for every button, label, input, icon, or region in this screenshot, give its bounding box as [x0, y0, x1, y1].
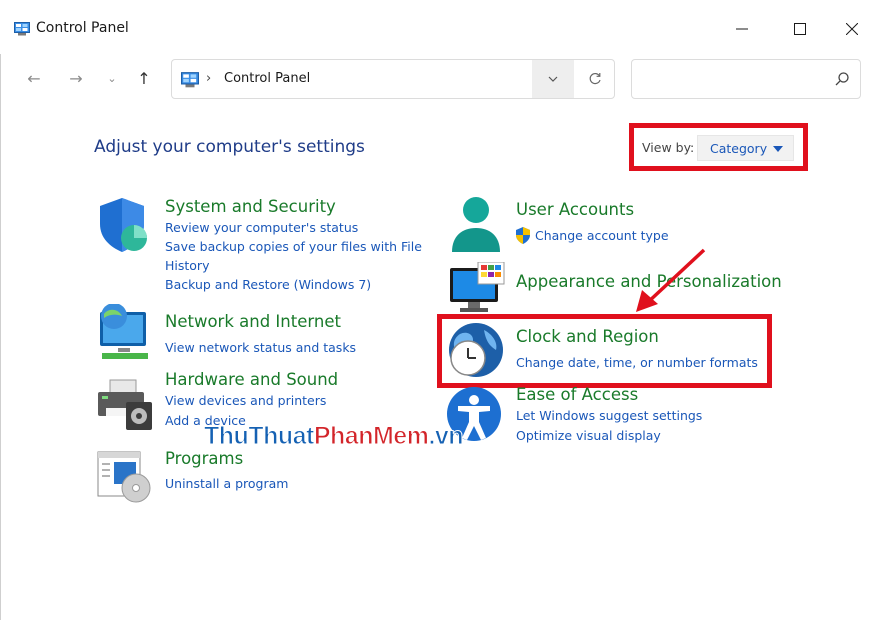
shield-icon[interactable] [96, 196, 154, 254]
forward-arrow-icon: → [69, 68, 83, 88]
address-bar[interactable]: › Control Panel [171, 59, 615, 99]
chevron-down-icon: ⌄ [107, 71, 117, 85]
watermark: ThuThuatPhanMem.vn [204, 422, 465, 451]
network-icon[interactable] [96, 304, 154, 362]
caret-down-icon [773, 146, 783, 152]
link-uninstall-program[interactable]: Uninstall a program [165, 476, 288, 491]
view-by-value: Category [710, 141, 768, 156]
category-network-and-internet[interactable]: Network and Internet [165, 312, 341, 331]
category-hardware-and-sound[interactable]: Hardware and Sound [165, 370, 338, 389]
watermark-part-1: ThuThuat [204, 422, 315, 451]
search-icon[interactable] [834, 71, 850, 87]
view-by-label: View by: [642, 140, 695, 155]
refresh-button[interactable] [576, 60, 614, 98]
link-save-backup[interactable]: Save backup copies of your files with Fi… [165, 239, 422, 254]
breadcrumb-separator: › [206, 71, 212, 86]
link-backup-restore[interactable]: Backup and Restore (Windows 7) [165, 277, 371, 292]
category-user-accounts[interactable]: User Accounts [516, 200, 634, 219]
watermark-part-2: PhanMem [313, 422, 429, 451]
recent-locations-button[interactable]: ⌄ [98, 64, 126, 92]
page-title: Adjust your computer's settings [94, 137, 365, 157]
maximize-icon [794, 23, 806, 35]
link-change-account-type[interactable]: Change account type [535, 228, 669, 243]
back-button[interactable]: ← [20, 64, 48, 92]
address-dropdown-button[interactable] [532, 60, 574, 98]
link-review-status[interactable]: Review your computer's status [165, 220, 358, 235]
refresh-icon [589, 72, 601, 85]
watermark-part-3: .vn [428, 422, 464, 451]
navigation-bar: ← → ⌄ ↑ › Control Panel [0, 54, 870, 104]
forward-button[interactable]: → [62, 64, 90, 92]
minimize-button[interactable] [722, 12, 762, 46]
maximize-button[interactable] [780, 12, 820, 46]
link-windows-suggest-settings[interactable]: Let Windows suggest settings [516, 408, 702, 423]
up-button[interactable]: ↑ [130, 64, 158, 92]
category-ease-of-access[interactable]: Ease of Access [516, 385, 638, 404]
user-icon[interactable] [448, 196, 506, 254]
category-programs[interactable]: Programs [165, 449, 243, 468]
monitor-icon[interactable] [448, 262, 506, 320]
close-icon [846, 23, 858, 35]
control-panel-icon [14, 22, 30, 36]
link-network-status[interactable]: View network status and tasks [165, 340, 356, 355]
chevron-down-icon [548, 76, 558, 82]
clock-globe-icon[interactable] [446, 322, 504, 380]
breadcrumb-control-panel[interactable]: Control Panel [224, 71, 310, 86]
red-arrow-annotation [636, 248, 706, 312]
up-arrow-icon: ↑ [137, 68, 151, 88]
close-button[interactable] [832, 12, 870, 46]
search-input[interactable] [631, 59, 861, 99]
category-system-and-security[interactable]: System and Security [165, 197, 336, 216]
title-bar: Control Panel [0, 0, 870, 54]
printer-icon[interactable] [96, 376, 154, 434]
link-optimize-visual-display[interactable]: Optimize visual display [516, 428, 661, 443]
uac-shield-icon [516, 227, 530, 244]
link-change-date-time-formats[interactable]: Change date, time, or number formats [516, 355, 758, 370]
control-panel-icon [181, 72, 199, 88]
category-clock-and-region[interactable]: Clock and Region [516, 327, 659, 346]
link-devices-printers[interactable]: View devices and printers [165, 393, 326, 408]
programs-icon[interactable] [96, 448, 154, 506]
minimize-icon [736, 28, 748, 30]
link-save-backup-history[interactable]: History [165, 258, 209, 273]
back-arrow-icon: ← [27, 68, 41, 88]
view-by-dropdown[interactable]: Category [697, 135, 794, 161]
window-title: Control Panel [36, 20, 129, 36]
